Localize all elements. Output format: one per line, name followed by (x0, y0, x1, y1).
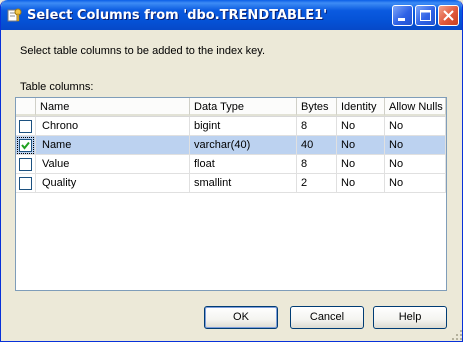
close-button[interactable] (438, 5, 459, 26)
cell-identity: No (337, 155, 385, 174)
cell-allow-nulls: No (385, 155, 446, 174)
key-columns-icon (7, 7, 23, 23)
header-data-type[interactable]: Data Type (190, 98, 297, 116)
row-checkbox[interactable] (19, 120, 32, 133)
cell-bytes: 40 (297, 136, 337, 155)
row-checkbox[interactable] (19, 177, 32, 190)
close-icon (443, 10, 454, 21)
dialog-window: Select Columns from 'dbo.TRENDTABLE1' Se… (0, 0, 463, 342)
header-name[interactable]: Name (36, 98, 190, 116)
cell-name: Value (36, 155, 190, 174)
columns-grid[interactable]: Name Data Type Bytes Identity Allow Null… (15, 97, 447, 291)
header-bytes[interactable]: Bytes (297, 98, 337, 116)
instruction-text: Select table columns to be added to the … (20, 45, 266, 57)
cell-identity: No (337, 174, 385, 193)
table-row[interactable]: Name varchar(40) 40 No No (16, 136, 446, 155)
cell-data-type: varchar(40) (190, 136, 297, 155)
table-row[interactable]: Chrono bigint 8 No No (16, 117, 446, 136)
cell-bytes: 8 (297, 117, 337, 136)
cell-data-type: bigint (190, 117, 297, 136)
row-checkbox[interactable] (17, 137, 34, 154)
cell-data-type: smallint (190, 174, 297, 193)
header-allow-nulls[interactable]: Allow Nulls (385, 98, 446, 116)
checkbox-cell (16, 155, 36, 174)
table-row[interactable]: Value float 8 No No (16, 155, 446, 174)
cell-allow-nulls: No (385, 136, 446, 155)
maximize-icon (420, 10, 431, 21)
table-columns-label: Table columns: (20, 81, 94, 93)
minimize-icon (398, 18, 405, 21)
header-identity[interactable]: Identity (337, 98, 385, 116)
checkbox-cell (16, 117, 36, 136)
ok-button[interactable]: OK (204, 306, 278, 329)
row-checkbox[interactable] (19, 158, 32, 171)
cell-name: Chrono (36, 117, 190, 136)
grid-header: Name Data Type Bytes Identity Allow Null… (16, 98, 446, 117)
cell-identity: No (337, 117, 385, 136)
header-checkbox-column (16, 98, 36, 116)
minimize-button[interactable] (392, 5, 413, 26)
window-title: Select Columns from 'dbo.TRENDTABLE1' (27, 8, 328, 23)
cell-identity: No (337, 136, 385, 155)
maximize-button[interactable] (415, 5, 436, 26)
resize-grip-icon[interactable] (451, 329, 463, 341)
help-button[interactable]: Help (373, 306, 447, 329)
checkbox-cell (16, 174, 36, 193)
table-row[interactable]: Quality smallint 2 No No (16, 174, 446, 193)
cell-allow-nulls: No (385, 174, 446, 193)
checkbox-cell (16, 136, 36, 155)
title-bar[interactable]: Select Columns from 'dbo.TRENDTABLE1' (1, 0, 462, 30)
cell-bytes: 8 (297, 155, 337, 174)
cancel-button[interactable]: Cancel (290, 306, 364, 329)
cell-bytes: 2 (297, 174, 337, 193)
check-mark-icon (21, 141, 30, 150)
cell-name: Quality (36, 174, 190, 193)
cell-data-type: float (190, 155, 297, 174)
cell-allow-nulls: No (385, 117, 446, 136)
cell-name: Name (36, 136, 190, 155)
